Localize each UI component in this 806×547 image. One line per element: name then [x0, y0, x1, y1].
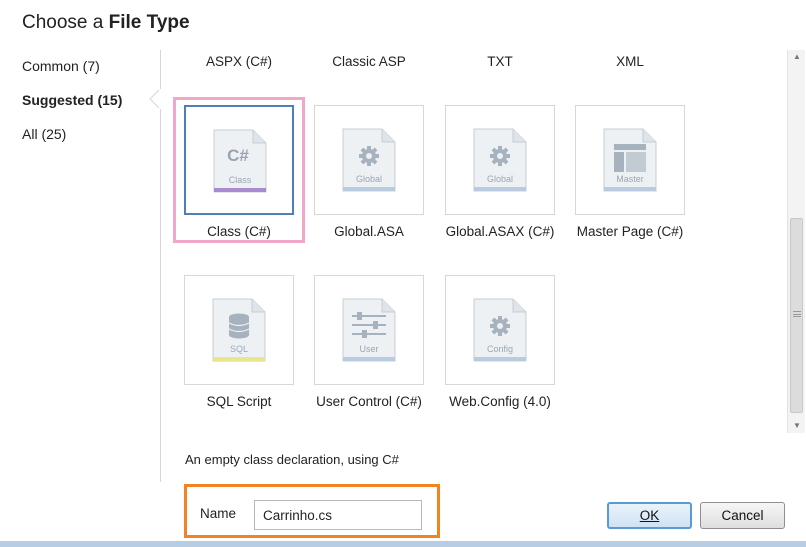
- ok-button[interactable]: OK: [607, 502, 692, 529]
- tile-user-control[interactable]: User: [314, 275, 424, 385]
- tile-caption-global-asax[interactable]: Global.ASAX (C#): [430, 224, 570, 239]
- dialog-title: Choose a File Type: [22, 12, 190, 34]
- tile-icon-label: Global: [487, 174, 513, 184]
- category-suggested[interactable]: Suggested (15): [22, 92, 122, 108]
- gear-icon: Global: [473, 128, 527, 192]
- tile-icon-label: Class: [229, 175, 252, 185]
- tile-caption-txt[interactable]: TXT: [435, 54, 565, 69]
- window-bottom-edge: [0, 541, 806, 547]
- tile-caption-master-page[interactable]: Master Page (C#): [560, 224, 700, 239]
- tile-icon-label: Config: [487, 344, 513, 354]
- gear-icon: Config: [473, 298, 527, 362]
- vertical-scrollbar[interactable]: ▲ ▼: [787, 50, 805, 433]
- dialog-title-prefix: Choose a: [22, 12, 109, 33]
- file-type-description: An empty class declaration, using C#: [185, 452, 399, 467]
- scroll-thumb[interactable]: [790, 218, 803, 413]
- svg-text:C#: C#: [227, 146, 249, 165]
- category-all[interactable]: All (25): [22, 126, 66, 142]
- tile-sql-script[interactable]: SQL: [184, 275, 294, 385]
- tile-caption-global-asa[interactable]: Global.ASA: [299, 224, 439, 239]
- tile-caption-aspx[interactable]: ASPX (C#): [174, 54, 304, 69]
- dialog-title-bold: File Type: [108, 12, 190, 33]
- tile-caption-sql-script[interactable]: SQL Script: [169, 394, 309, 409]
- tile-global-asax[interactable]: Global: [445, 105, 555, 215]
- ok-button-label: OK: [639, 508, 660, 523]
- category-divider: [160, 50, 161, 482]
- category-common[interactable]: Common (7): [22, 58, 100, 74]
- tile-global-asa[interactable]: Global: [314, 105, 424, 215]
- scroll-down-arrow-icon[interactable]: ▼: [788, 419, 806, 433]
- master-page-icon: Master: [603, 128, 657, 192]
- grip-icon: [793, 311, 801, 317]
- tile-caption-xml[interactable]: XML: [565, 54, 695, 69]
- tile-web-config[interactable]: Config: [445, 275, 555, 385]
- cancel-button[interactable]: Cancel: [700, 502, 785, 529]
- selection-notch-icon: [149, 89, 161, 109]
- tile-icon-label: Master: [616, 174, 644, 184]
- tile-master-page[interactable]: Master: [575, 105, 685, 215]
- gear-icon: Global: [342, 128, 396, 192]
- database-icon: SQL: [212, 298, 266, 362]
- tile-caption-class-cs[interactable]: Class (C#): [169, 224, 309, 239]
- name-input[interactable]: [254, 500, 422, 530]
- tile-caption-user-control[interactable]: User Control (C#): [299, 394, 439, 409]
- name-label: Name: [200, 506, 237, 521]
- csharp-class-icon: C# Class: [213, 129, 267, 193]
- tile-icon-label: Global: [356, 174, 382, 184]
- user-control-icon: User: [342, 298, 396, 362]
- tile-icon-label: SQL: [230, 344, 248, 354]
- tile-class-cs[interactable]: C# Class: [184, 105, 294, 215]
- tile-caption-web-config[interactable]: Web.Config (4.0): [430, 394, 570, 409]
- tile-icon-label: User: [359, 344, 378, 354]
- cancel-button-label: Cancel: [721, 508, 764, 523]
- scroll-up-arrow-icon[interactable]: ▲: [788, 50, 806, 64]
- tile-caption-classic-asp[interactable]: Classic ASP: [304, 54, 434, 69]
